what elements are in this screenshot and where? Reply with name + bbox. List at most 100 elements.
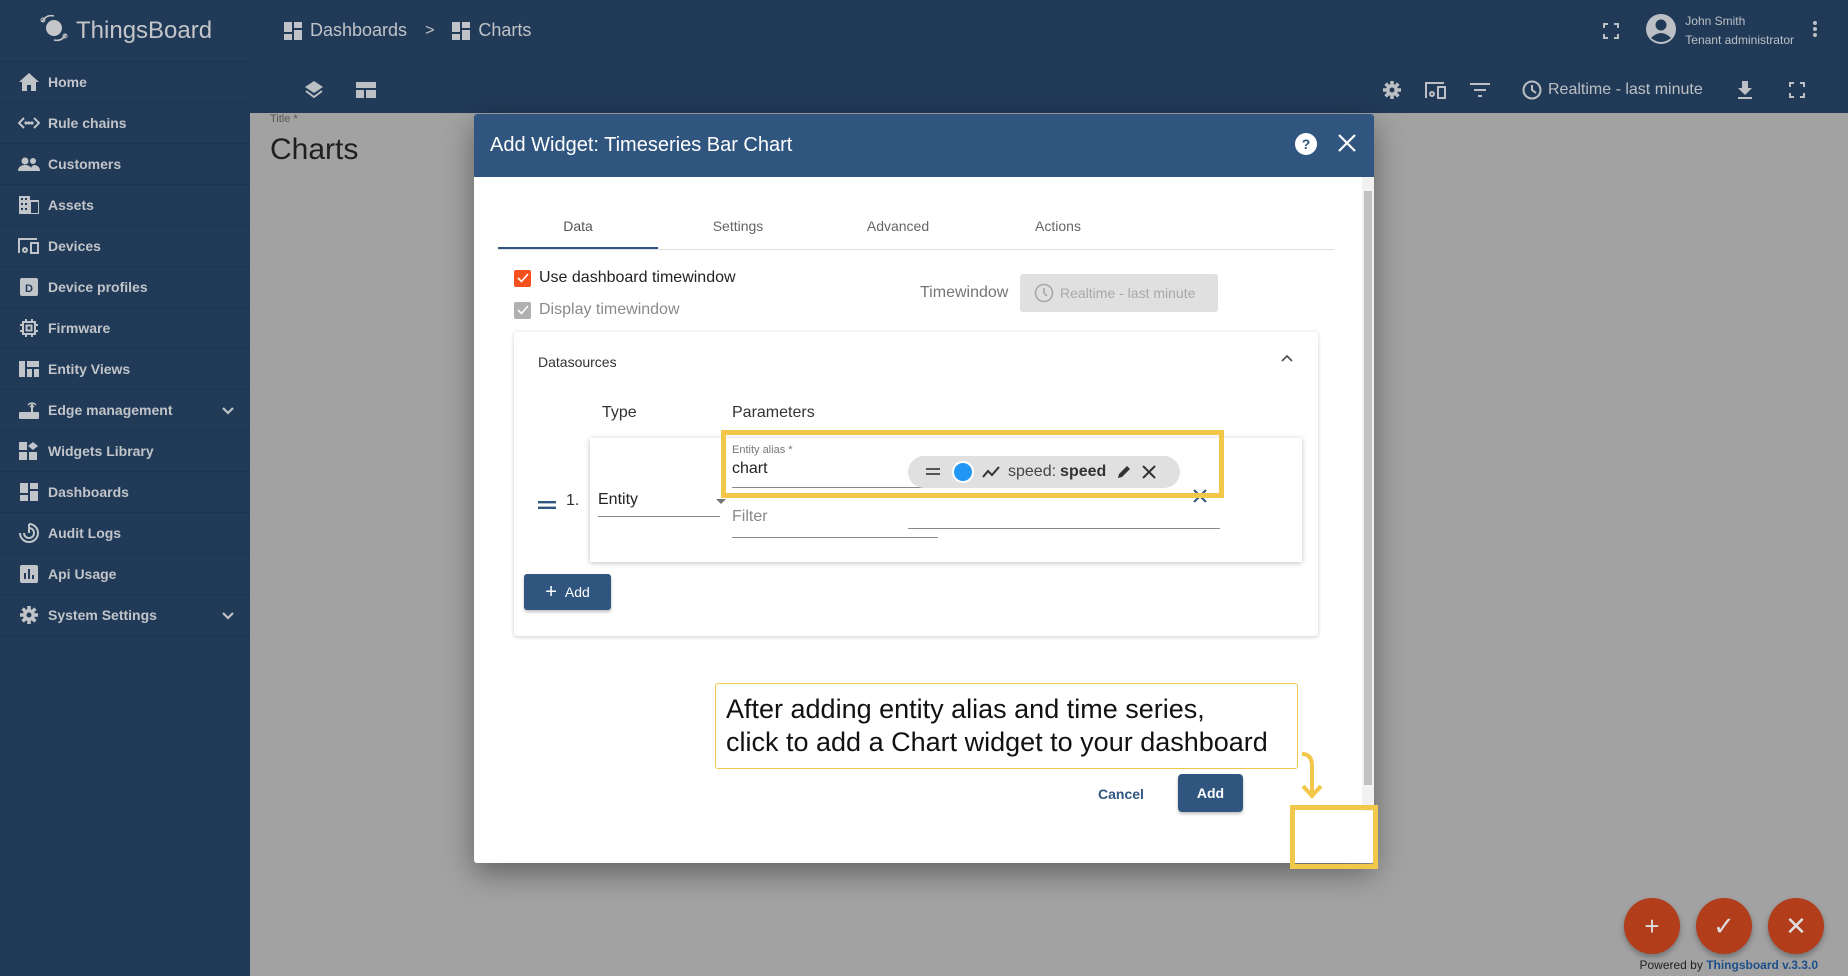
sidebar-item-label: Dashboards: [48, 484, 129, 500]
dropdown-arrow-icon: [716, 499, 726, 504]
timewindow-select[interactable]: Realtime - last minute: [1020, 274, 1218, 312]
dialog-title: Add Widget: Timeseries Bar Chart: [490, 134, 793, 156]
sidebar-item-customers[interactable]: Customers: [0, 144, 250, 185]
user-role: Tenant administrator: [1685, 33, 1794, 47]
tooltip-line-2: click to add a Chart widget to your dash…: [726, 727, 1268, 757]
chevron-up-icon[interactable]: [1280, 350, 1294, 368]
audit-logs-icon: [18, 523, 40, 543]
layout-icon[interactable]: [354, 78, 378, 102]
left-toolbar: [302, 78, 378, 102]
sidebar-item-label: Assets: [48, 197, 94, 213]
chevron-down-icon[interactable]: [222, 402, 234, 418]
title-label: Title *: [270, 113, 298, 125]
gear-icon[interactable]: [1380, 78, 1404, 102]
sidebar-item-label: Firmware: [48, 320, 111, 336]
cancel-button[interactable]: Cancel: [1098, 786, 1144, 802]
user-menu[interactable]: John Smith Tenant administrator: [1599, 12, 1818, 50]
sidebar-item-firmware[interactable]: Firmware: [0, 308, 250, 349]
use-dashboard-timewindow-label: Use dashboard timewindow: [539, 269, 736, 286]
dashboard-title[interactable]: Charts: [270, 133, 358, 167]
breadcrumb-charts: Charts: [478, 20, 532, 40]
thingsboard-logo-icon: [38, 12, 70, 49]
clock-icon: [1034, 283, 1054, 303]
right-toolbar: Realtime - last minute: [1380, 78, 1809, 102]
powered-by: Powered by Thingsboard v.3.3.0: [1639, 958, 1818, 972]
tab-settings[interactable]: Settings: [658, 204, 818, 249]
display-timewindow-label: Display timewindow: [539, 301, 680, 318]
close-icon: ✕: [1785, 910, 1807, 941]
sidebar: ThingsBoard Home Rule chains Customers Asse…: [0, 0, 250, 976]
dialog-tabs: Data Settings Advanced Actions: [498, 204, 1334, 250]
datasource-type-select[interactable]: Entity: [598, 485, 726, 517]
edge-icon: [18, 400, 40, 420]
powered-by-text: Powered by: [1639, 958, 1703, 972]
devices-icon: [18, 236, 40, 256]
sidebar-item-devices[interactable]: Devices: [0, 226, 250, 267]
tab-data[interactable]: Data: [498, 204, 658, 249]
sidebar-item-label: Customers: [48, 156, 122, 172]
sidebar-item-api-usage[interactable]: Api Usage: [0, 554, 250, 595]
checkbox-checked-icon[interactable]: [514, 301, 531, 319]
tab-actions[interactable]: Actions: [978, 204, 1138, 249]
column-type: Type: [602, 404, 637, 421]
tab-advanced[interactable]: Advanced: [818, 204, 978, 249]
more-vert-icon[interactable]: [1812, 20, 1818, 43]
sidebar-item-audit-logs[interactable]: Audit Logs: [0, 513, 250, 554]
sidebar-item-label: Api Usage: [48, 566, 117, 582]
dashboards-icon: [18, 482, 40, 502]
version-link[interactable]: Thingsboard v.3.3.0: [1706, 958, 1818, 972]
devices-icon[interactable]: [1424, 78, 1448, 102]
breadcrumb-separator: >: [425, 21, 435, 39]
keys-input-underline[interactable]: [908, 528, 1220, 529]
drag-handle-icon[interactable]: [538, 494, 556, 515]
cancel-fab[interactable]: ✕: [1768, 898, 1824, 954]
download-icon[interactable]: [1733, 78, 1757, 102]
filter-icon[interactable]: [1468, 78, 1492, 102]
breadcrumb-dashboards[interactable]: Dashboards: [310, 20, 407, 41]
scrollbar-thumb[interactable]: [1364, 191, 1372, 785]
filter-input[interactable]: Filter: [732, 508, 938, 538]
close-icon[interactable]: [1336, 132, 1358, 162]
sidebar-item-dashboards[interactable]: Dashboards: [0, 472, 250, 513]
sidebar-item-label: Device profiles: [48, 279, 148, 295]
logo[interactable]: ThingsBoard: [0, 0, 250, 62]
sidebar-item-system-settings[interactable]: System Settings: [0, 595, 250, 636]
add-datasource-label: Add: [564, 584, 590, 600]
settings-icon: [18, 605, 40, 625]
sidebar-item-assets[interactable]: Assets: [0, 185, 250, 226]
layers-icon[interactable]: [302, 78, 326, 102]
add-button[interactable]: Add: [1178, 774, 1243, 812]
svg-text:D: D: [25, 283, 33, 295]
dialog-scrollbar[interactable]: [1362, 177, 1374, 811]
sidebar-item-home[interactable]: Home: [0, 62, 250, 103]
sidebar-item-widgets-library[interactable]: Widgets Library: [0, 431, 250, 472]
firmware-icon: [18, 318, 40, 338]
fullscreen-icon[interactable]: [1785, 78, 1809, 102]
fullscreen-icon[interactable]: [1599, 19, 1623, 43]
sidebar-item-device-profiles[interactable]: D Device profiles: [0, 267, 250, 308]
avatar[interactable]: [1645, 13, 1677, 50]
chevron-down-icon[interactable]: [222, 607, 234, 623]
use-dashboard-timewindow-checkbox[interactable]: Use dashboard timewindow: [514, 269, 736, 287]
highlight-entity-alias: [721, 430, 1224, 498]
breadcrumb: Dashboards > Charts: [284, 20, 531, 41]
display-timewindow-checkbox[interactable]: Display timewindow: [514, 301, 680, 319]
sidebar-item-entity-views[interactable]: Entity Views: [0, 349, 250, 390]
timewindow-button[interactable]: Realtime - last minute: [1548, 81, 1703, 99]
timewindow-value: Realtime - last minute: [1060, 285, 1196, 301]
apply-fab[interactable]: ✓: [1696, 898, 1752, 954]
clock-icon[interactable]: [1520, 78, 1544, 102]
timewindow-label: Timewindow: [920, 284, 1009, 301]
datasources-title: Datasources: [538, 354, 617, 370]
help-icon[interactable]: ?: [1294, 132, 1318, 162]
add-datasource-button[interactable]: + Add: [524, 574, 611, 610]
entity-views-icon: [18, 359, 40, 379]
dashboards-icon: [284, 21, 302, 40]
sidebar-item-label: Widgets Library: [48, 443, 154, 459]
sidebar-item-rule-chains[interactable]: Rule chains: [0, 103, 250, 144]
plus-icon: +: [1644, 910, 1660, 941]
checkbox-checked-icon[interactable]: [514, 269, 531, 287]
sidebar-item-edge-management[interactable]: Edge management: [0, 390, 250, 431]
add-widget-fab[interactable]: +: [1624, 898, 1680, 954]
user-name: John Smith: [1685, 14, 1746, 28]
